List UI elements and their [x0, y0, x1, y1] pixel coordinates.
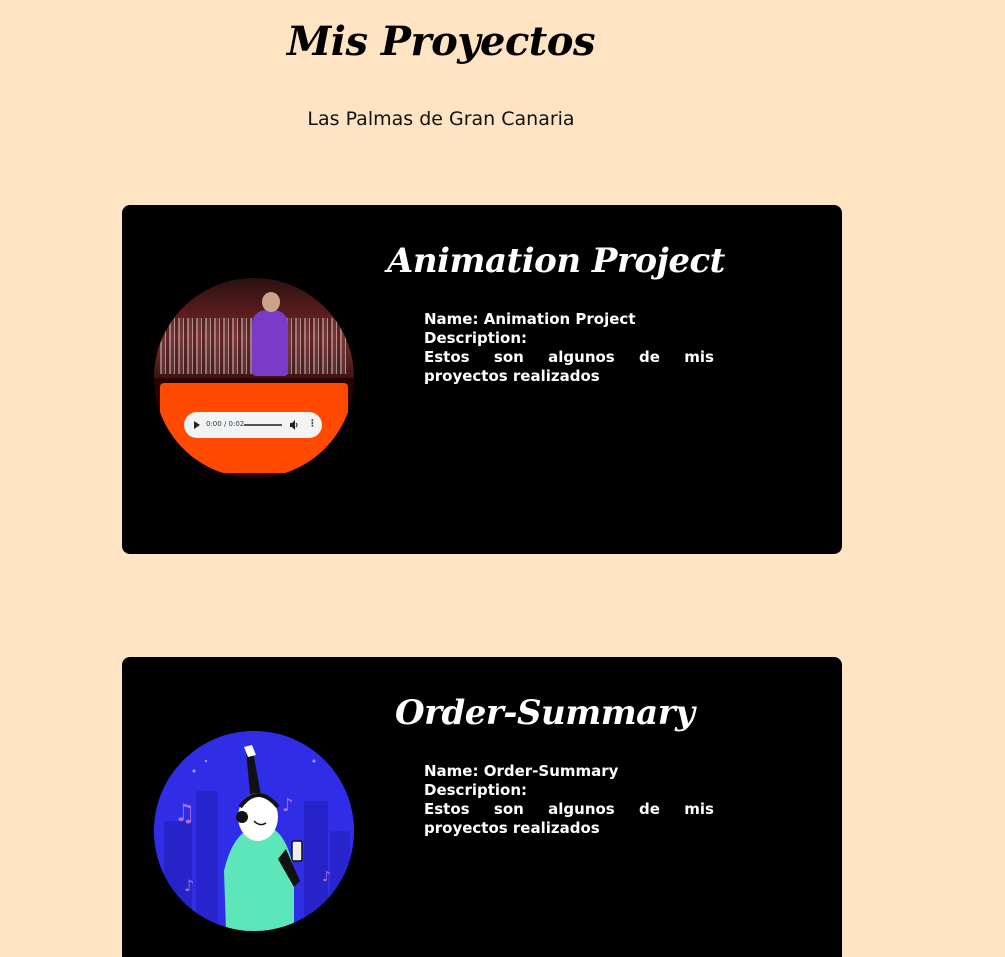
project-title: Order-Summary	[395, 693, 695, 733]
project-name-row: Name: Animation Project	[424, 310, 714, 329]
project-title: Animation Project	[387, 241, 725, 281]
audio-progress-bar[interactable]	[244, 424, 282, 426]
description-text: Estos son algunos de mis proyectos reali…	[424, 800, 714, 837]
video-player-head	[262, 292, 280, 312]
project-media: ♫ ♪ ♪ ♪	[154, 731, 354, 931]
music-illustration: ♫ ♪ ♪ ♪	[154, 731, 354, 931]
more-options-icon[interactable]: ⋮	[308, 419, 317, 429]
project-card: Order-Summary ♫ ♪ ♪ ♪ Name: Order-Summar…	[122, 657, 842, 957]
page-title: Mis Proyectos	[287, 18, 595, 65]
project-info: Name: Animation Project Description: Est…	[424, 310, 714, 386]
svg-text:♪: ♪	[184, 876, 194, 895]
play-icon[interactable]	[194, 421, 200, 429]
svg-text:♪: ♪	[282, 795, 294, 816]
video-player-figure	[252, 310, 288, 376]
description-text: Estos son algunos de mis proyectos reali…	[424, 348, 714, 385]
page-subtitle: Las Palmas de Gran Canaria	[307, 108, 575, 130]
project-card: Animation Project 0:00 / 0:02 ⋮ Name: An…	[122, 205, 842, 554]
video-player[interactable]	[154, 278, 354, 378]
volume-icon[interactable]	[290, 420, 298, 430]
project-media: 0:00 / 0:02 ⋮	[154, 278, 354, 478]
project-name-row: Name: Order-Summary	[424, 762, 714, 781]
svg-text:♪: ♪	[322, 869, 331, 885]
svg-text:♫: ♫	[174, 799, 196, 827]
description-label: Description:	[424, 781, 528, 799]
audio-player[interactable]: 0:00 / 0:02 ⋮	[184, 412, 322, 438]
audio-time: 0:00 / 0:02	[206, 420, 245, 428]
name-label: Name:	[424, 762, 479, 780]
name-value: Animation Project	[483, 310, 636, 328]
description-label: Description:	[424, 329, 528, 347]
project-info: Name: Order-Summary Description: Estos s…	[424, 762, 714, 838]
name-label: Name:	[424, 310, 479, 328]
name-value: Order-Summary	[483, 762, 619, 780]
